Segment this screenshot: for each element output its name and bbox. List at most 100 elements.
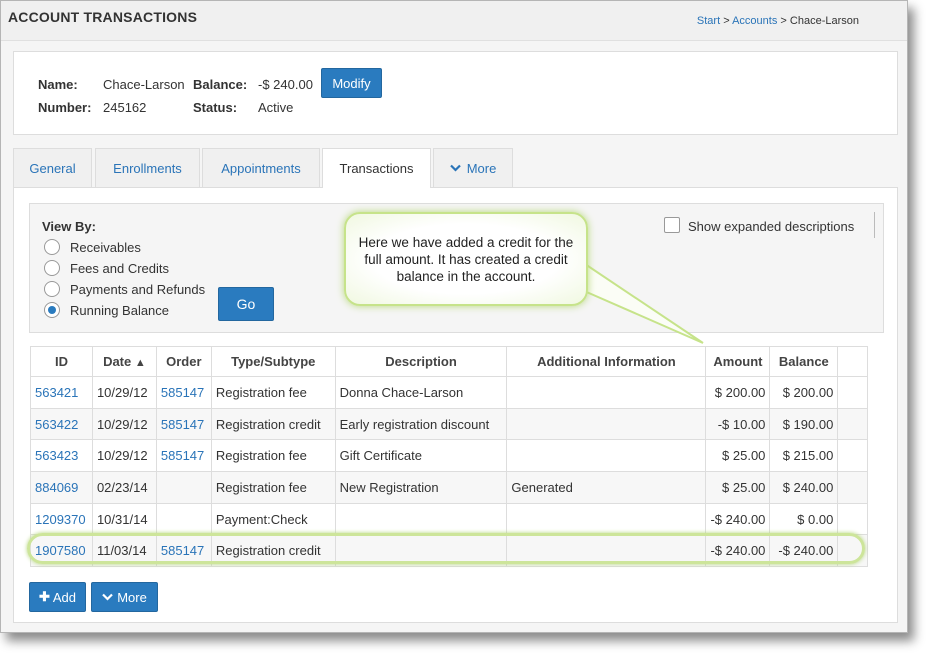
table-cell: 11/03/14 bbox=[91, 534, 157, 568]
column-header-id[interactable]: ID bbox=[30, 346, 93, 377]
table-cell[interactable]: 563422 bbox=[30, 407, 93, 441]
breadcrumb-separator: > bbox=[723, 15, 730, 27]
title-bar: ACCOUNT TRANSACTIONS Start > Accounts > … bbox=[1, 1, 907, 41]
fees-and-credits-radio[interactable] bbox=[44, 260, 60, 276]
balance-value: -$ 240.00 bbox=[258, 77, 313, 92]
table-cell: -$ 240.00 bbox=[705, 534, 771, 568]
go-button[interactable]: Go bbox=[218, 287, 274, 321]
expanded-descriptions-label[interactable]: Show expanded descriptions bbox=[688, 219, 854, 234]
column-header-balance[interactable]: Balance bbox=[769, 346, 839, 377]
payments-and-refunds-label[interactable]: Payments and Refunds bbox=[70, 282, 205, 297]
expanded-descriptions-checkbox[interactable] bbox=[664, 217, 680, 233]
tab-label: More bbox=[466, 160, 497, 176]
breadcrumb: Start > Accounts > Chace-Larson bbox=[697, 15, 859, 27]
table-cell bbox=[506, 439, 707, 473]
table-cell[interactable]: 585147 bbox=[155, 376, 212, 409]
view-by-label: View By: bbox=[42, 219, 96, 234]
table-cell[interactable]: 563423 bbox=[30, 439, 93, 473]
table-cell: $ 215.00 bbox=[769, 439, 839, 473]
table-cell: -$ 240.00 bbox=[769, 534, 839, 568]
table-cell: Registration credit bbox=[210, 407, 336, 441]
table-cell: Registration credit bbox=[210, 534, 336, 568]
tab-appointments[interactable]: Appointments bbox=[202, 148, 320, 187]
modify-button[interactable]: Modify bbox=[321, 68, 382, 98]
table-cell: $ 0.00 bbox=[769, 502, 839, 536]
add-button-label: Add bbox=[52, 589, 77, 605]
table-cell: $ 200.00 bbox=[705, 376, 771, 409]
table-cell[interactable] bbox=[155, 471, 212, 504]
column-header-type[interactable]: Type/Subtype bbox=[210, 346, 336, 377]
table-cell bbox=[506, 376, 707, 409]
table-cell: Gift Certificate bbox=[334, 439, 508, 473]
table-row: 1209370 10/31/14 Payment:Check -$ 240.00 $ 0… bbox=[30, 502, 868, 536]
tab-general[interactable]: General bbox=[13, 148, 92, 187]
balance-label: Balance: bbox=[193, 77, 248, 92]
table-cell: Payment:Check bbox=[210, 502, 336, 536]
column-header-order[interactable]: Order bbox=[155, 346, 212, 377]
number-label: Number: bbox=[38, 100, 92, 115]
table-cell: Registration fee bbox=[210, 376, 336, 409]
page-title: ACCOUNT TRANSACTIONS bbox=[8, 9, 198, 25]
table-cell-spacer bbox=[837, 534, 868, 568]
running-balance-label[interactable]: Running Balance bbox=[70, 303, 169, 318]
divider bbox=[874, 212, 875, 238]
table-row: 563423 10/29/12 585147 Registration fee Gift… bbox=[30, 439, 868, 473]
tab-enrollments[interactable]: Enrollments bbox=[95, 148, 200, 187]
table-cell: 10/29/12 bbox=[91, 407, 157, 441]
column-header-label: Date bbox=[103, 354, 132, 369]
table-cell[interactable]: 585147 bbox=[155, 439, 212, 473]
table-cell[interactable]: 1209370 bbox=[30, 502, 93, 536]
annotation-callout: Here we have added a credit for the full… bbox=[344, 212, 588, 306]
table-cell: $ 240.00 bbox=[769, 471, 839, 504]
table-cell bbox=[506, 534, 707, 568]
number-value: 245162 bbox=[103, 100, 147, 115]
status-value: Active bbox=[258, 100, 294, 115]
app-window: ACCOUNT TRANSACTIONS Start > Accounts > … bbox=[0, 0, 908, 633]
table-cell[interactable]: 1907580 bbox=[30, 534, 93, 568]
column-header-spacer bbox=[837, 346, 868, 377]
tab-label: Appointments bbox=[221, 160, 301, 176]
table-cell: $ 200.00 bbox=[769, 376, 839, 409]
status-label: Status: bbox=[193, 100, 238, 115]
table-row: 1907580 11/03/14 585147 Registration credit… bbox=[30, 534, 868, 568]
tab-label: Enrollments bbox=[113, 160, 182, 176]
table-cell: $ 25.00 bbox=[705, 471, 771, 504]
breadcrumb-separator: > bbox=[780, 15, 787, 27]
tab-label: General bbox=[29, 160, 76, 176]
tab-more[interactable]: More bbox=[433, 148, 513, 187]
table-cell[interactable]: 585147 bbox=[155, 534, 212, 568]
name-label: Name: bbox=[38, 77, 78, 92]
table-cell: Donna Chace-Larson bbox=[334, 376, 508, 409]
chevron-down-icon bbox=[102, 593, 113, 601]
column-header-additional-info[interactable]: Additional Information bbox=[506, 346, 707, 377]
more-actions-button[interactable]: More bbox=[91, 582, 158, 612]
table-cell bbox=[334, 502, 508, 536]
table-cell: 10/31/14 bbox=[91, 502, 157, 536]
column-header-date[interactable]: Date ▲ bbox=[91, 346, 157, 377]
add-button[interactable]: ✚ Add bbox=[29, 582, 86, 612]
breadcrumb-start-link[interactable]: Start bbox=[697, 15, 720, 27]
table-cell: Registration fee bbox=[210, 439, 336, 473]
more-actions-label: More bbox=[117, 589, 147, 605]
tab-label: Transactions bbox=[339, 161, 414, 176]
table-cell[interactable]: 585147 bbox=[155, 407, 212, 441]
receivables-radio[interactable] bbox=[44, 239, 60, 255]
table-cell bbox=[334, 534, 508, 568]
table-cell: Registration fee bbox=[210, 471, 336, 504]
column-header-description[interactable]: Description bbox=[334, 346, 508, 377]
payments-and-refunds-radio[interactable] bbox=[44, 281, 60, 297]
table-cell[interactable]: 563421 bbox=[30, 376, 93, 409]
column-header-amount[interactable]: Amount bbox=[705, 346, 771, 377]
running-balance-radio[interactable] bbox=[44, 302, 60, 318]
table-cell[interactable]: 884069 bbox=[30, 471, 93, 504]
table-row: 884069 02/23/14 Registration fee New Regist… bbox=[30, 471, 868, 504]
breadcrumb-accounts-link[interactable]: Accounts bbox=[732, 15, 777, 27]
table-cell: Generated bbox=[506, 471, 707, 504]
breadcrumb-current: Chace-Larson bbox=[789, 15, 859, 27]
fees-and-credits-label[interactable]: Fees and Credits bbox=[70, 261, 169, 276]
transactions-table: ID Date ▲ Order Type/Subtype Description… bbox=[30, 346, 868, 568]
tab-transactions[interactable]: Transactions bbox=[322, 148, 431, 188]
receivables-label[interactable]: Receivables bbox=[70, 240, 141, 255]
table-cell[interactable] bbox=[155, 502, 212, 536]
table-cell-spacer bbox=[837, 502, 868, 536]
